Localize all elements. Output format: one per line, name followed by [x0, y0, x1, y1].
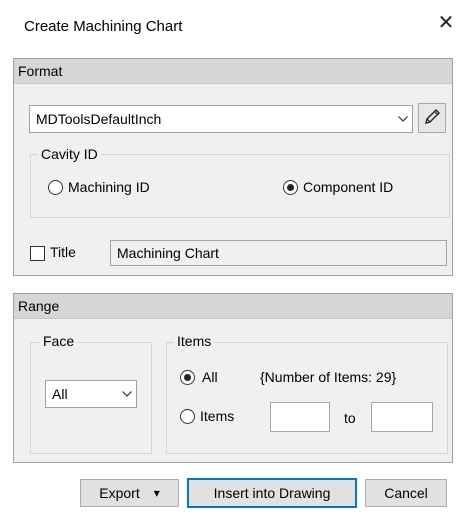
- format-select-value: MDToolsDefaultInch: [36, 111, 162, 127]
- pencil-icon: [422, 107, 442, 130]
- items-radio-label[interactable]: Items: [200, 408, 234, 424]
- items-to-field[interactable]: [371, 402, 433, 432]
- component-id-label[interactable]: Component ID: [303, 179, 393, 195]
- face-label: Face: [40, 333, 78, 349]
- items-from-field[interactable]: [270, 402, 330, 432]
- insert-button-label: Insert into Drawing: [213, 485, 331, 501]
- export-button-label: Export: [99, 485, 140, 501]
- chevron-down-icon: [118, 388, 136, 400]
- format-header: Format: [14, 59, 452, 84]
- close-button[interactable]: ✕: [436, 12, 456, 34]
- dropdown-arrow-icon: ▾: [153, 486, 160, 500]
- edit-format-button[interactable]: [418, 103, 446, 133]
- range-header: Range: [14, 294, 452, 319]
- all-radio[interactable]: [180, 370, 195, 385]
- dialog-title: Create Machining Chart: [24, 18, 183, 35]
- title-field[interactable]: Machining Chart: [110, 240, 447, 266]
- item-count-text: {Number of Items: 29}: [260, 369, 397, 385]
- insert-into-drawing-button[interactable]: Insert into Drawing: [187, 478, 357, 508]
- cavity-id-label: Cavity ID: [38, 146, 101, 162]
- cancel-button[interactable]: Cancel: [365, 479, 447, 507]
- chevron-down-icon: [394, 113, 412, 125]
- format-select[interactable]: MDToolsDefaultInch: [29, 105, 413, 133]
- cancel-button-label: Cancel: [384, 485, 428, 501]
- export-button[interactable]: Export ▾: [80, 479, 179, 507]
- items-frame: [166, 342, 448, 454]
- machining-id-label[interactable]: Machining ID: [68, 179, 150, 195]
- face-select[interactable]: All: [45, 380, 137, 408]
- title-checkbox[interactable]: [30, 246, 45, 261]
- title-checkbox-label[interactable]: Title: [50, 244, 76, 260]
- items-frame-label: Items: [174, 333, 215, 349]
- all-radio-label[interactable]: All: [202, 369, 218, 385]
- to-label: to: [344, 410, 356, 426]
- component-id-radio[interactable]: [283, 180, 298, 195]
- items-radio[interactable]: [180, 409, 195, 424]
- machining-id-radio[interactable]: [48, 180, 63, 195]
- title-field-value: Machining Chart: [117, 245, 219, 261]
- face-select-value: All: [52, 386, 68, 402]
